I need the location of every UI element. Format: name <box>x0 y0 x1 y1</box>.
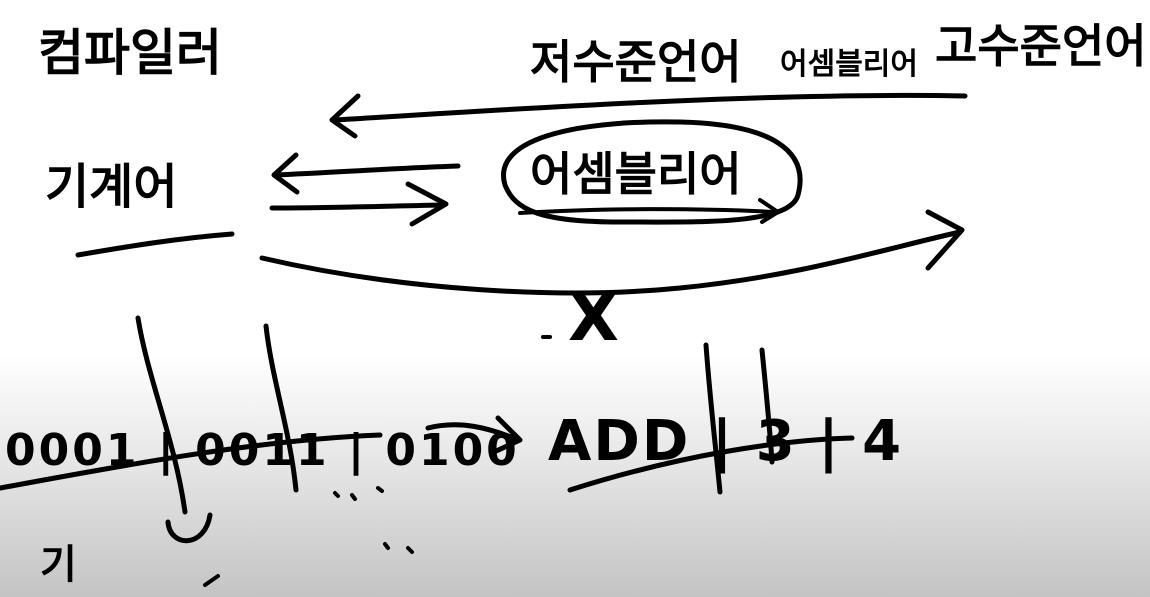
high-level-language-label: 고수준언어 <box>935 19 1147 73</box>
opcode-hint-label: 기 <box>40 542 77 588</box>
hint-dots <box>333 486 414 554</box>
whiteboard-canvas: 컴파일러 저수준언어 어셈블리어 고수준언어 기계어 어셈블리어 X 0001 … <box>0 0 1150 597</box>
assembly-language-top-label: 어셈블리어 <box>780 47 918 82</box>
compiler-title: 컴파일러 <box>38 24 222 82</box>
binary-divider-1 <box>135 315 188 515</box>
hint-curve <box>165 512 213 544</box>
machine-language-label: 기계어 <box>45 159 177 215</box>
not-possible-mark: X <box>568 279 619 356</box>
top-left-arrow <box>332 92 968 123</box>
top-left-arrowhead <box>329 93 361 139</box>
machine-language-underline <box>75 231 235 258</box>
assembly-circle-label: 어셈블리어 <box>530 147 742 201</box>
handwritten-diagram: 컴파일러 저수준언어 어셈블리어 고수준언어 기계어 어셈블리어 X 0001 … <box>0 19 1147 588</box>
assembly-inner-arrow <box>518 207 777 215</box>
hint-tick <box>203 574 220 587</box>
machine-to-assembly-arrow <box>269 202 447 211</box>
binary-code: 0001 | 0011 | 0100 <box>5 425 520 476</box>
add-instruction: ADD | 3 | 4 <box>548 409 903 474</box>
low-level-language-label: 저수준언어 <box>530 35 742 89</box>
assembly-to-machine-arrow <box>272 163 461 178</box>
